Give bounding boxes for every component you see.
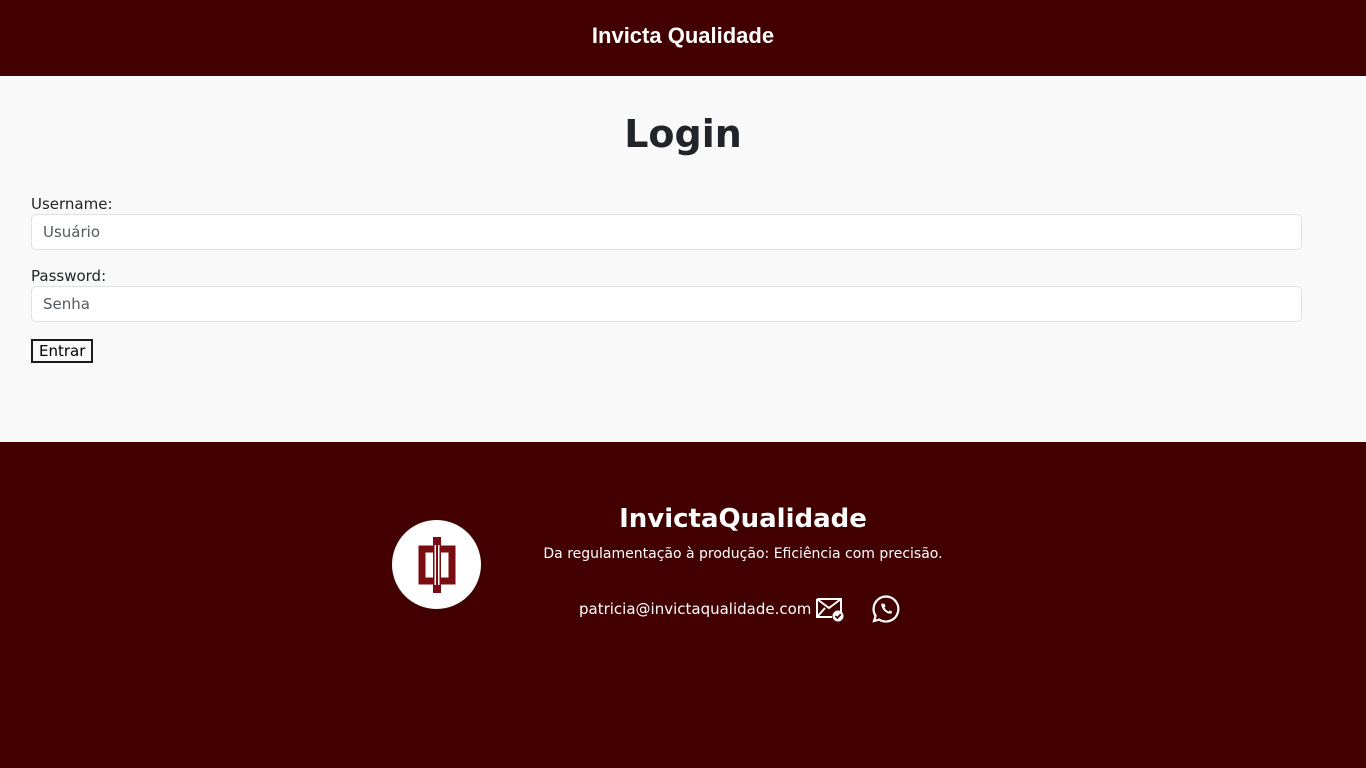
mail-check-icon[interactable] xyxy=(815,596,845,622)
invicta-logo xyxy=(392,520,481,609)
contact-row: patricia@invictaqualidade.com xyxy=(579,594,901,624)
page-title: Login xyxy=(624,112,742,156)
password-input[interactable] xyxy=(31,286,1302,322)
footer-brand: InvictaQualidade xyxy=(619,504,867,534)
login-section: Login Username: Password: Entrar xyxy=(0,76,1366,442)
whatsapp-icon[interactable] xyxy=(871,594,901,624)
username-label: Username: xyxy=(31,195,113,213)
invicta-logo-icon xyxy=(418,536,455,593)
footer-email[interactable]: patricia@invictaqualidade.com xyxy=(579,600,811,618)
login-submit-button[interactable]: Entrar xyxy=(31,339,94,363)
password-label: Password: xyxy=(31,267,107,285)
top-header: Invicta Qualidade xyxy=(0,0,1366,76)
footer-tagline: Da regulamentação à produção: Eficiência… xyxy=(543,546,943,562)
header-brand: Invicta Qualidade xyxy=(591,23,775,48)
footer: InvictaQualidade Da regulamentação à pro… xyxy=(0,442,1366,768)
username-input[interactable] xyxy=(31,214,1302,250)
